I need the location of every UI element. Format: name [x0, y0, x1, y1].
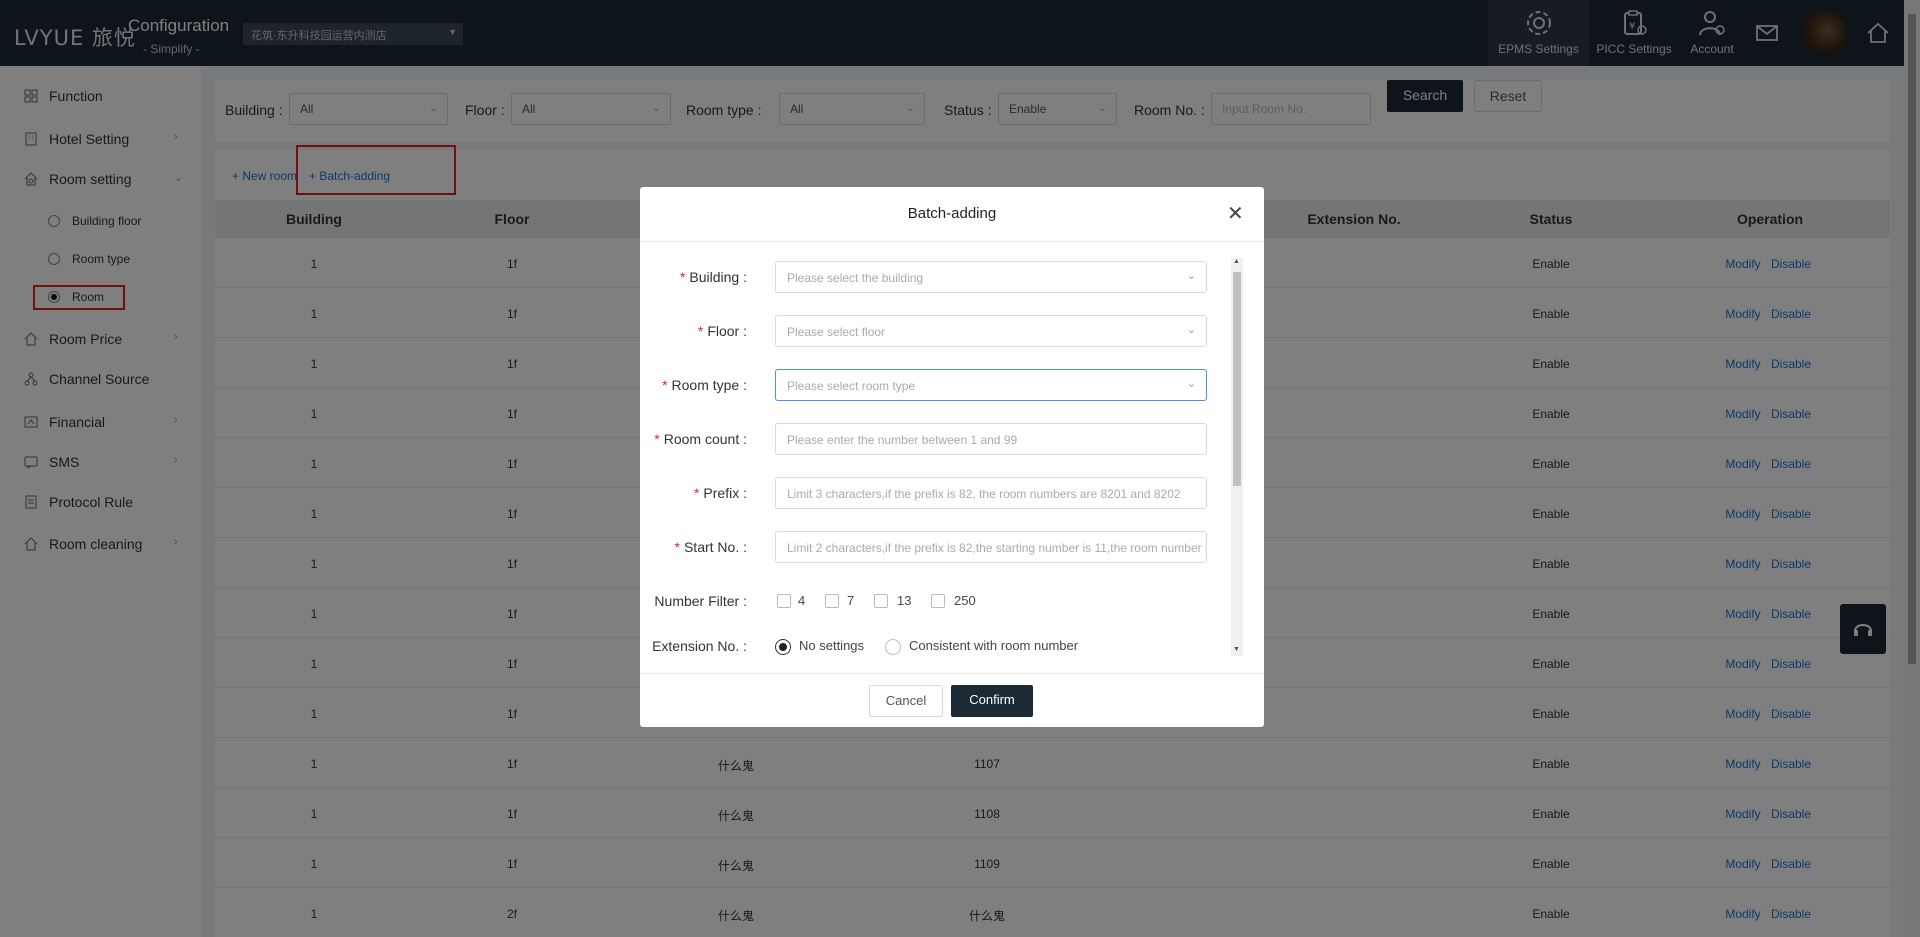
prefix-label: * Prefix : [693, 485, 747, 501]
chevron-down-icon: ⌄ [1186, 378, 1196, 390]
numberfilter-row: Number Filter : 4 7 13 250 [640, 585, 1240, 617]
roomtype-row: * Room type : Please select room type ⌄ [640, 369, 1240, 401]
close-icon[interactable]: ✕ [1227, 201, 1244, 226]
roomcount-label: * Room count : [654, 431, 747, 447]
filter-250-checkbox[interactable] [931, 594, 945, 608]
confirm-button[interactable]: Confirm [951, 685, 1033, 717]
floor-label: * Floor : [697, 323, 747, 339]
floor-select[interactable]: Please select floor ⌄ [775, 315, 1207, 347]
prefix-row: * Prefix : Limit 3 characters,if the pref… [640, 477, 1240, 509]
chevron-down-icon: ⌄ [1186, 270, 1196, 282]
floor-placeholder: Please select floor [787, 325, 886, 339]
roomtype-placeholder: Please select room type [787, 379, 916, 393]
startno-row: * Start No. : Limit 2 characters,if the p… [640, 531, 1240, 563]
roomcount-input[interactable]: Please enter the number between 1 and 99 [775, 423, 1207, 455]
building-placeholder: Please select the building [787, 271, 924, 285]
modal-scrollbar[interactable]: ▲ ▼ [1231, 258, 1243, 656]
startno-label: * Start No. : [674, 539, 747, 555]
filter-7-checkbox[interactable] [825, 594, 839, 608]
floor-row: * Floor : Please select floor ⌄ [640, 315, 1240, 347]
filter-13-label: 13 [897, 593, 912, 608]
filter-13-checkbox[interactable] [874, 594, 888, 608]
building-label: * Building : [679, 269, 747, 285]
cancel-button[interactable]: Cancel [869, 685, 943, 717]
roomtype-select[interactable]: Please select room type ⌄ [775, 369, 1207, 401]
no-settings-label: No settings [799, 638, 865, 653]
scroll-down-icon[interactable]: ▼ [1233, 646, 1240, 653]
divider [640, 241, 1264, 242]
modal-title: Batch-adding [907, 205, 997, 222]
filter-4-label: 4 [798, 593, 806, 608]
consistent-label: Consistent with room number [909, 638, 1079, 653]
divider [640, 673, 1264, 674]
extension-row: Extension No. : No settings Consistent w… [640, 630, 1240, 662]
filter-250-label: 250 [954, 593, 976, 608]
no-settings-radio[interactable] [775, 639, 791, 655]
consistent-radio[interactable] [885, 639, 901, 655]
filter-7-label: 7 [847, 593, 855, 608]
filter-4-checkbox[interactable] [777, 594, 791, 608]
roomtype-label: * Room type : [662, 377, 747, 393]
prefix-input[interactable]: Limit 3 characters,if the prefix is 82, … [775, 477, 1207, 509]
startno-input[interactable]: Limit 2 characters,if the prefix is 82,t… [775, 531, 1207, 563]
chevron-down-icon: ⌄ [1186, 324, 1196, 336]
scroll-thumb[interactable] [1233, 272, 1241, 486]
roomcount-row: * Room count : Please enter the number be… [640, 423, 1240, 455]
batch-adding-modal: Batch-adding ✕ * Building : Please select… [640, 187, 1264, 727]
extension-label: Extension No. : [652, 638, 747, 654]
building-row: * Building : Please select the building ⌄ [640, 261, 1240, 293]
scroll-up-icon[interactable]: ▲ [1233, 258, 1240, 265]
numberfilter-label: Number Filter : [654, 593, 747, 609]
building-select[interactable]: Please select the building ⌄ [775, 261, 1207, 293]
